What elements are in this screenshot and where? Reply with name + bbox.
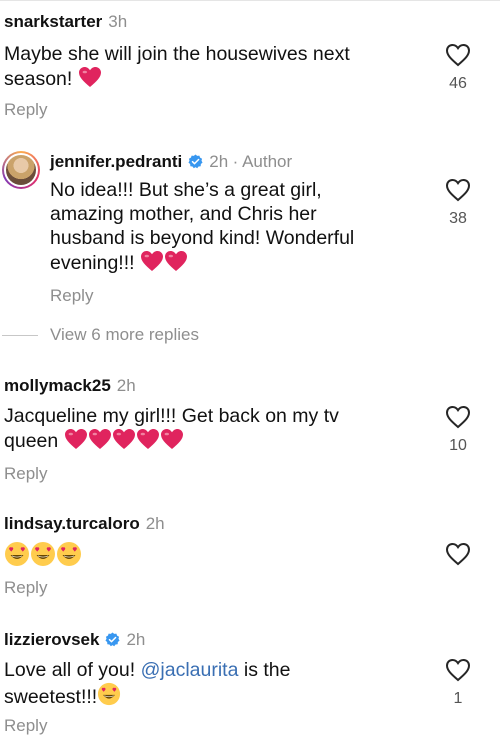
reply-button[interactable]: Reply <box>50 286 93 306</box>
red-heart-emoji <box>160 428 184 456</box>
heart-outline-icon[interactable] <box>438 658 478 682</box>
like-button[interactable]: 38 <box>438 178 478 228</box>
red-heart-emoji <box>140 250 164 278</box>
comment-header: jennifer.pedranti 2h · Author <box>50 152 292 174</box>
author-label: · Author <box>232 152 293 171</box>
like-button[interactable] <box>438 542 478 566</box>
view-more-replies[interactable]: View 6 more replies <box>2 325 199 345</box>
heart-outline-icon[interactable] <box>438 178 478 202</box>
comment-username[interactable]: lindsay.turcaloro <box>4 514 140 533</box>
comment-header: lizzierovsek 2h <box>4 630 145 652</box>
comment-text <box>4 541 82 572</box>
comment-text-line: season! <box>4 66 424 94</box>
comment-text-line: queen <box>4 428 424 456</box>
heart-eyes-emoji <box>56 541 82 572</box>
like-count: 38 <box>449 210 467 227</box>
red-heart-emoji <box>64 428 88 456</box>
comment-username[interactable]: lizzierovsek <box>4 630 99 649</box>
reply-button[interactable]: Reply <box>4 100 47 120</box>
comment-text-line: Love all of you! @jaclaurita is the <box>4 659 291 681</box>
heart-outline-icon[interactable] <box>438 542 478 566</box>
like-count: 46 <box>449 75 467 92</box>
verified-badge-icon <box>188 154 203 174</box>
heart-eyes-emoji <box>4 541 30 572</box>
comment-snarkstarter: snarkstarter 3h <box>4 12 127 32</box>
comment-time: 3h <box>108 12 128 31</box>
reply-button[interactable]: Reply <box>4 716 47 736</box>
comment-text: Love all of you! @jaclaurita is the swee… <box>4 658 424 712</box>
heart-eyes-emoji <box>97 682 121 712</box>
avatar[interactable] <box>2 151 40 189</box>
comment-username[interactable]: mollymack25 <box>4 376 111 395</box>
comment-text-line: husband is beyond kind! Wonderful <box>50 227 355 249</box>
heart-eyes-emoji <box>30 541 56 572</box>
comment-header: lindsay.turcaloro 2h <box>4 514 165 534</box>
like-count: 1 <box>453 690 463 707</box>
comment-header: mollymack25 2h <box>4 376 136 396</box>
comment-text-line: evening!!! <box>50 250 430 278</box>
view-more-replies-label[interactable]: View 6 more replies <box>50 325 199 344</box>
comment-username[interactable]: jennifer.pedranti <box>50 152 182 171</box>
comment-text: Jacqueline my girl!!! Get back on my tv … <box>4 404 424 456</box>
comment-text-line: sweetest!!! <box>4 682 424 712</box>
comment-time: 2h <box>126 630 146 649</box>
heart-outline-icon[interactable] <box>438 43 478 67</box>
like-button[interactable]: 10 <box>438 405 478 455</box>
verified-badge-icon <box>105 632 120 652</box>
view-more-divider <box>2 335 38 337</box>
like-button[interactable]: 46 <box>438 43 478 93</box>
reply-button[interactable]: Reply <box>4 464 47 484</box>
comment-text-line: Maybe she will join the housewives next <box>4 43 350 65</box>
comment-text: No idea!!! But she’s a great girl, amazi… <box>50 178 430 278</box>
comment-username[interactable]: snarkstarter <box>4 12 102 31</box>
comment-time: 2h <box>209 152 229 171</box>
like-count: 10 <box>449 437 467 454</box>
mention-link[interactable]: @jaclaurita <box>141 659 239 681</box>
red-heart-emoji <box>164 250 188 278</box>
like-button[interactable]: 1 <box>438 658 478 708</box>
reply-button[interactable]: Reply <box>4 578 47 598</box>
comment-text-line: Jacqueline my girl!!! Get back on my tv <box>4 405 339 427</box>
red-heart-emoji <box>78 66 102 94</box>
comment-text: Maybe she will join the housewives next … <box>4 42 424 94</box>
comment-text-line: No idea!!! But she’s a great girl, <box>50 179 322 201</box>
comment-time: 2h <box>116 376 136 395</box>
red-heart-emoji <box>136 428 160 456</box>
heart-outline-icon[interactable] <box>438 405 478 429</box>
red-heart-emoji <box>88 428 112 456</box>
comment-text-line: amazing mother, and Chris her <box>50 203 317 225</box>
top-divider <box>0 0 500 1</box>
red-heart-emoji <box>112 428 136 456</box>
comment-time: 2h <box>145 514 165 533</box>
